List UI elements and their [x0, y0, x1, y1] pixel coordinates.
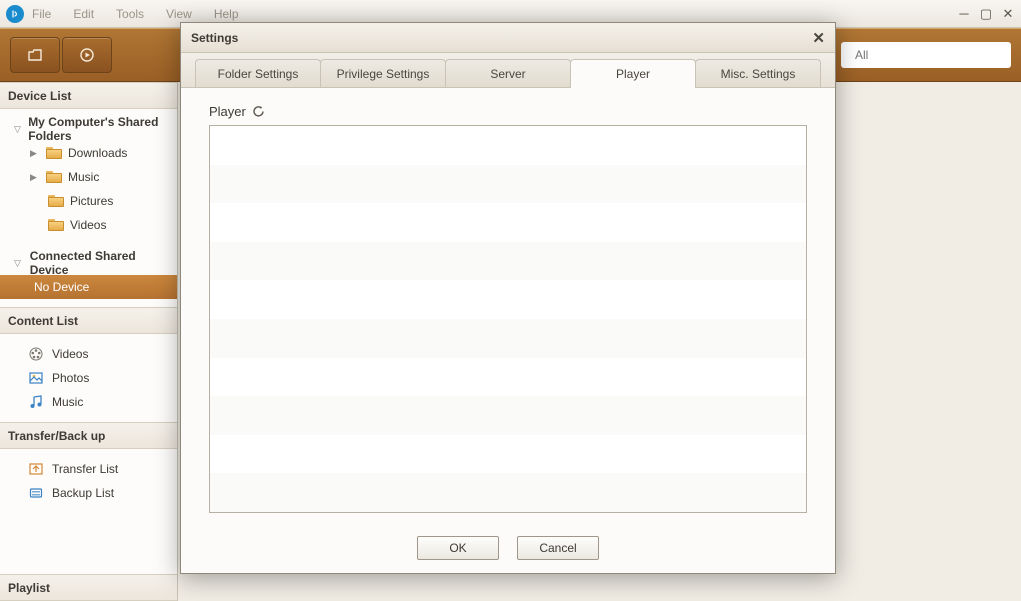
content-label: Photos: [52, 371, 89, 385]
sidebar-item-no-device[interactable]: No Device: [0, 275, 177, 299]
photo-icon: [28, 370, 44, 386]
dialog-title: Settings: [191, 31, 238, 45]
backup-label: Backup List: [52, 486, 114, 500]
transfer-icon: [28, 461, 44, 477]
folder-label: Music: [68, 170, 99, 184]
tab-privilege-settings[interactable]: Privilege Settings: [320, 59, 446, 87]
device-list-header: Device List: [0, 82, 177, 109]
ok-button[interactable]: OK: [417, 536, 499, 560]
tab-folder-settings[interactable]: Folder Settings: [195, 59, 321, 87]
content-item-photos[interactable]: Photos: [0, 366, 177, 390]
window-controls: ─ ▢ ✕: [955, 6, 1017, 22]
tab-player[interactable]: Player: [570, 59, 696, 87]
close-window-button[interactable]: ✕: [999, 6, 1017, 22]
music-icon: [28, 394, 44, 410]
sidebar-item-downloads[interactable]: ▶ Downloads: [0, 141, 177, 165]
triangle-right-icon: ▶: [30, 172, 40, 183]
menu-file[interactable]: File: [32, 7, 51, 21]
menu-edit[interactable]: Edit: [73, 7, 94, 21]
folder-icon: [46, 147, 62, 159]
folder-label: Pictures: [70, 194, 113, 208]
player-list[interactable]: [209, 125, 807, 513]
app-icon: [6, 5, 24, 23]
search-box: [841, 42, 1011, 68]
content-label: Music: [52, 395, 83, 409]
folder-label: Videos: [70, 218, 106, 232]
dialog-body: Player: [181, 88, 835, 523]
triangle-right-icon: ▶: [30, 148, 40, 159]
search-input[interactable]: [855, 48, 1010, 62]
playlist-header: Playlist: [0, 574, 177, 601]
tab-misc-settings[interactable]: Misc. Settings: [695, 59, 821, 87]
shared-folders-root[interactable]: ▽ My Computer's Shared Folders: [0, 117, 177, 141]
settings-dialog: Settings ✕ Folder Settings Privilege Set…: [180, 22, 836, 574]
sidebar-item-videos-folder[interactable]: Videos: [0, 213, 177, 237]
backup-list-item[interactable]: Backup List: [0, 481, 177, 505]
maximize-button[interactable]: ▢: [977, 6, 995, 22]
menu-tools[interactable]: Tools: [116, 7, 144, 21]
triangle-down-icon: ▽: [14, 124, 22, 135]
player-label: Player: [209, 104, 246, 119]
browse-button[interactable]: [10, 37, 60, 73]
folder-icon: [46, 171, 62, 183]
minimize-button[interactable]: ─: [955, 6, 973, 22]
transfer-list: Transfer List Backup List: [0, 449, 177, 513]
transfer-header: Transfer/Back up: [0, 422, 177, 449]
content-item-music[interactable]: Music: [0, 390, 177, 414]
dialog-title-bar: Settings ✕: [181, 23, 835, 53]
folder-label: Downloads: [68, 146, 127, 160]
backup-icon: [28, 485, 44, 501]
close-icon[interactable]: ✕: [812, 29, 825, 47]
shared-folders-label: My Computer's Shared Folders: [28, 115, 173, 143]
connected-label: Connected Shared Device: [30, 249, 173, 277]
menu-help[interactable]: Help: [214, 7, 239, 21]
menu-view[interactable]: View: [166, 7, 192, 21]
connected-shared-device[interactable]: ▽ Connected Shared Device: [0, 251, 177, 275]
refresh-icon[interactable]: [252, 105, 265, 118]
content-label: Videos: [52, 347, 88, 361]
dialog-footer: OK Cancel: [181, 523, 835, 573]
player-section-header: Player: [209, 104, 807, 119]
content-list: Videos Photos Music: [0, 334, 177, 422]
content-list-header: Content List: [0, 307, 177, 334]
transfer-list-item[interactable]: Transfer List: [0, 457, 177, 481]
tab-server[interactable]: Server: [445, 59, 571, 87]
no-device-label: No Device: [34, 280, 89, 294]
folder-icon: [48, 219, 64, 231]
content-item-videos[interactable]: Videos: [0, 342, 177, 366]
cancel-button[interactable]: Cancel: [517, 536, 599, 560]
tab-bar: Folder Settings Privilege Settings Serve…: [181, 53, 835, 88]
triangle-down-icon: ▽: [14, 258, 24, 269]
sidebar-item-pictures[interactable]: Pictures: [0, 189, 177, 213]
film-icon: [28, 346, 44, 362]
play-button[interactable]: [62, 37, 112, 73]
folder-icon: [48, 195, 64, 207]
sidebar: Device List ▽ My Computer's Shared Folde…: [0, 82, 178, 601]
menu-bar: File Edit Tools View Help: [32, 7, 239, 21]
sidebar-item-music-folder[interactable]: ▶ Music: [0, 165, 177, 189]
transfer-label: Transfer List: [52, 462, 118, 476]
shared-folders-tree: ▽ My Computer's Shared Folders ▶ Downloa…: [0, 109, 177, 307]
